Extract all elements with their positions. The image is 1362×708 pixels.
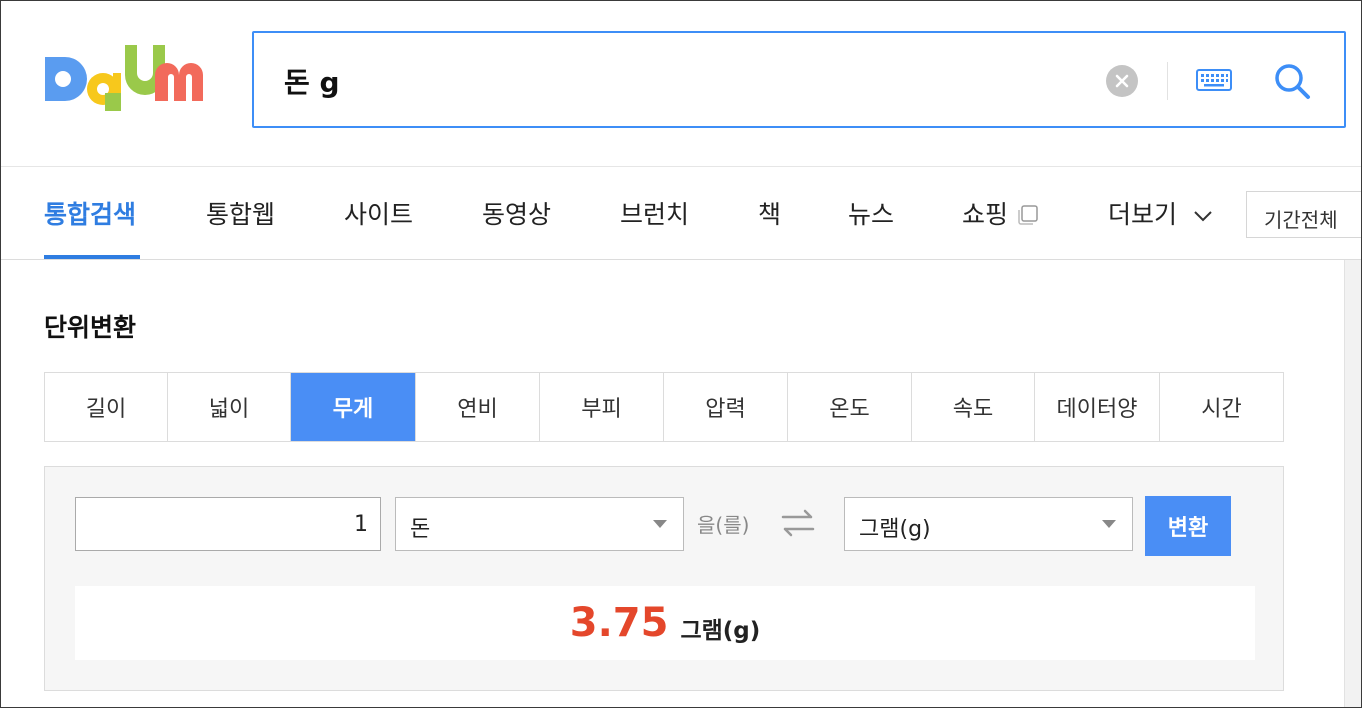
tab-shopping[interactable]: 쇼핑 xyxy=(962,195,1040,231)
period-filter-button[interactable]: 기간전체 xyxy=(1246,191,1361,238)
result-value: 3.75 xyxy=(569,600,669,646)
section-title: 단위변환 xyxy=(44,313,137,342)
divider xyxy=(1167,62,1168,100)
to-unit-select[interactable]: 그램(g) xyxy=(844,497,1133,551)
search-input[interactable] xyxy=(284,59,1084,103)
result-unit: 그램(g) xyxy=(680,618,761,644)
unit-tab-volume[interactable]: 부피 xyxy=(540,373,664,441)
result-box: 3.75 그램(g) xyxy=(75,586,1255,660)
active-tab-indicator xyxy=(44,255,140,259)
tab-integrated-web[interactable]: 통합웹 xyxy=(206,195,275,231)
unit-tab-time[interactable]: 시간 xyxy=(1160,373,1283,441)
amount-input[interactable] xyxy=(75,497,381,551)
tab-site[interactable]: 사이트 xyxy=(344,195,413,231)
unit-tab-fuel-efficiency[interactable]: 연비 xyxy=(416,373,540,441)
chevron-down-icon xyxy=(1194,211,1212,222)
tab-more-label: 더보기 xyxy=(1108,200,1178,229)
new-window-icon xyxy=(1018,205,1038,225)
search-box xyxy=(252,31,1346,128)
clear-icon[interactable] xyxy=(1106,65,1138,97)
dropdown-caret-icon xyxy=(1102,520,1116,528)
unit-tab-speed[interactable]: 속도 xyxy=(912,373,1035,441)
unit-tab-length[interactable]: 길이 xyxy=(45,373,168,441)
unit-tab-temperature[interactable]: 온도 xyxy=(788,373,912,441)
dropdown-caret-icon xyxy=(653,520,667,528)
connector-text: 을(를) xyxy=(697,513,750,537)
unit-tab-pressure[interactable]: 압력 xyxy=(664,373,788,441)
unit-converter: 돈 을(를) 그램(g) 변환 3.75 그램(g) xyxy=(44,466,1284,691)
convert-button[interactable]: 변환 xyxy=(1145,496,1231,556)
tab-video[interactable]: 동영상 xyxy=(482,195,551,231)
tab-book[interactable]: 책 xyxy=(758,195,781,231)
scrollbar[interactable] xyxy=(1344,260,1361,707)
search-tabs: 통합검색 통합웹 사이트 동영상 브런치 책 뉴스 쇼핑 더보기 기간전체 xyxy=(1,167,1361,260)
unit-tab-data[interactable]: 데이터양 xyxy=(1035,373,1160,441)
tab-brunch[interactable]: 브런치 xyxy=(620,195,689,231)
header xyxy=(1,1,1361,167)
to-unit-value: 그램(g) xyxy=(859,517,931,542)
unit-tab-area[interactable]: 넓이 xyxy=(168,373,291,441)
daum-logo[interactable] xyxy=(43,43,213,115)
search-icon[interactable] xyxy=(1271,60,1313,102)
tab-news[interactable]: 뉴스 xyxy=(848,195,894,231)
swap-arrows-icon[interactable] xyxy=(779,507,817,539)
from-unit-select[interactable]: 돈 xyxy=(395,497,684,551)
keyboard-icon[interactable] xyxy=(1196,66,1232,94)
unit-category-tabs: 길이 넓이 무게 연비 부피 압력 온도 속도 데이터양 시간 xyxy=(44,372,1284,442)
from-unit-value: 돈 xyxy=(410,517,431,542)
tab-integrated-search[interactable]: 통합검색 xyxy=(44,195,136,231)
tab-shopping-label: 쇼핑 xyxy=(962,200,1009,229)
unit-tab-weight[interactable]: 무게 xyxy=(291,373,416,441)
browser-frame: 통합검색 통합웹 사이트 동영상 브런치 책 뉴스 쇼핑 더보기 기간전체 단위… xyxy=(0,0,1362,708)
tab-more[interactable]: 더보기 xyxy=(1108,195,1213,231)
